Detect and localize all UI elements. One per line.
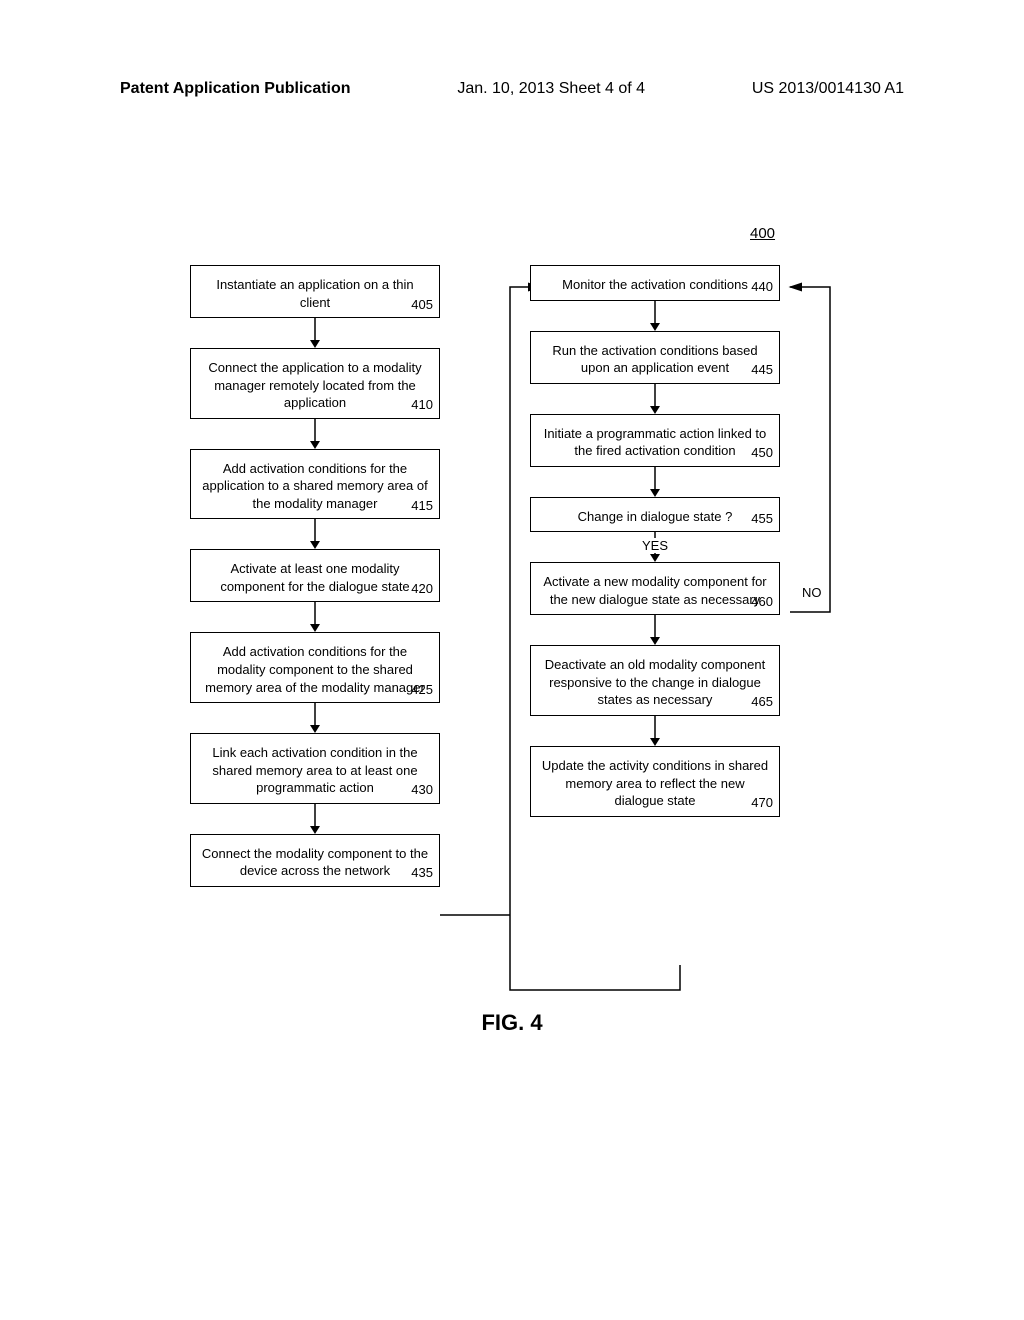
step-435: Connect the modality component to the de… — [190, 834, 440, 887]
step-text: Monitor the activation conditions — [562, 277, 748, 292]
figure-reference-number: 400 — [750, 225, 775, 242]
arrow-down-icon — [306, 602, 324, 632]
step-text: Initiate a programmatic action linked to… — [544, 426, 767, 459]
arrow-down-icon — [306, 419, 324, 449]
step-number: 445 — [751, 361, 773, 379]
step-text: Connect the application to a modality ma… — [208, 360, 421, 410]
step-text: Change in dialogue state ? — [578, 509, 733, 524]
step-460: Activate a new modality component for th… — [530, 562, 780, 615]
arrow-down-icon — [646, 384, 664, 414]
step-number: 405 — [411, 296, 433, 314]
step-text: Deactivate an old modality component res… — [545, 657, 765, 707]
step-470: Update the activity conditions in shared… — [530, 746, 780, 817]
step-430: Link each activation condition in the sh… — [190, 733, 440, 804]
step-text: Link each activation condition in the sh… — [212, 745, 417, 795]
step-420: Activate at least one modality component… — [190, 549, 440, 602]
step-number: 460 — [751, 593, 773, 611]
step-text: Add activation conditions for the modali… — [205, 644, 425, 694]
step-450: Initiate a programmatic action linked to… — [530, 414, 780, 467]
step-number: 410 — [411, 396, 433, 414]
step-465: Deactivate an old modality component res… — [530, 645, 780, 716]
step-425: Add activation conditions for the modali… — [190, 632, 440, 703]
arrow-down-icon — [306, 318, 324, 348]
figure-caption: FIG. 4 — [0, 1010, 1024, 1036]
step-number: 420 — [411, 580, 433, 598]
step-number: 455 — [751, 510, 773, 528]
step-445: Run the activation conditions based upon… — [530, 331, 780, 384]
right-column: Monitor the activation conditions 440 Ru… — [520, 265, 790, 817]
publication-number: US 2013/0014130 A1 — [752, 80, 904, 98]
step-text: Connect the modality component to the de… — [202, 846, 428, 879]
step-number: 430 — [411, 781, 433, 799]
left-column: Instantiate an application on a thin cli… — [180, 265, 450, 887]
step-text: Activate at least one modality component… — [220, 561, 409, 594]
arrow-down-icon — [646, 716, 664, 746]
step-text: Instantiate an application on a thin cli… — [216, 277, 413, 310]
step-number: 470 — [751, 794, 773, 812]
step-number: 415 — [411, 497, 433, 515]
step-text: Run the activation conditions based upon… — [552, 343, 757, 376]
step-455-decision: Change in dialogue state ? 455 — [530, 497, 780, 533]
step-number: 435 — [411, 864, 433, 882]
no-label: NO — [800, 585, 824, 600]
arrow-down-icon — [646, 467, 664, 497]
step-number: 440 — [751, 278, 773, 296]
arrow-down-icon — [306, 804, 324, 834]
arrow-down-icon — [646, 615, 664, 645]
arrow-down-icon — [306, 703, 324, 733]
arrow-down-icon — [306, 519, 324, 549]
step-text: Activate a new modality component for th… — [543, 574, 766, 607]
step-text: Update the activity conditions in shared… — [542, 758, 768, 808]
flowchart: Instantiate an application on a thin cli… — [180, 265, 840, 887]
arrow-down-icon — [646, 301, 664, 331]
header-center: Jan. 10, 2013 Sheet 4 of 4 — [457, 80, 645, 98]
page-header: Patent Application Publication Jan. 10, … — [120, 80, 904, 98]
header-left: Patent Application Publication — [120, 80, 351, 98]
step-410: Connect the application to a modality ma… — [190, 348, 440, 419]
yes-label: YES — [640, 538, 670, 553]
step-415: Add activation conditions for the applic… — [190, 449, 440, 520]
step-number: 425 — [411, 681, 433, 699]
step-number: 465 — [751, 693, 773, 711]
step-number: 450 — [751, 444, 773, 462]
step-440: Monitor the activation conditions 440 — [530, 265, 780, 301]
step-text: Add activation conditions for the applic… — [202, 461, 427, 511]
step-405: Instantiate an application on a thin cli… — [190, 265, 440, 318]
